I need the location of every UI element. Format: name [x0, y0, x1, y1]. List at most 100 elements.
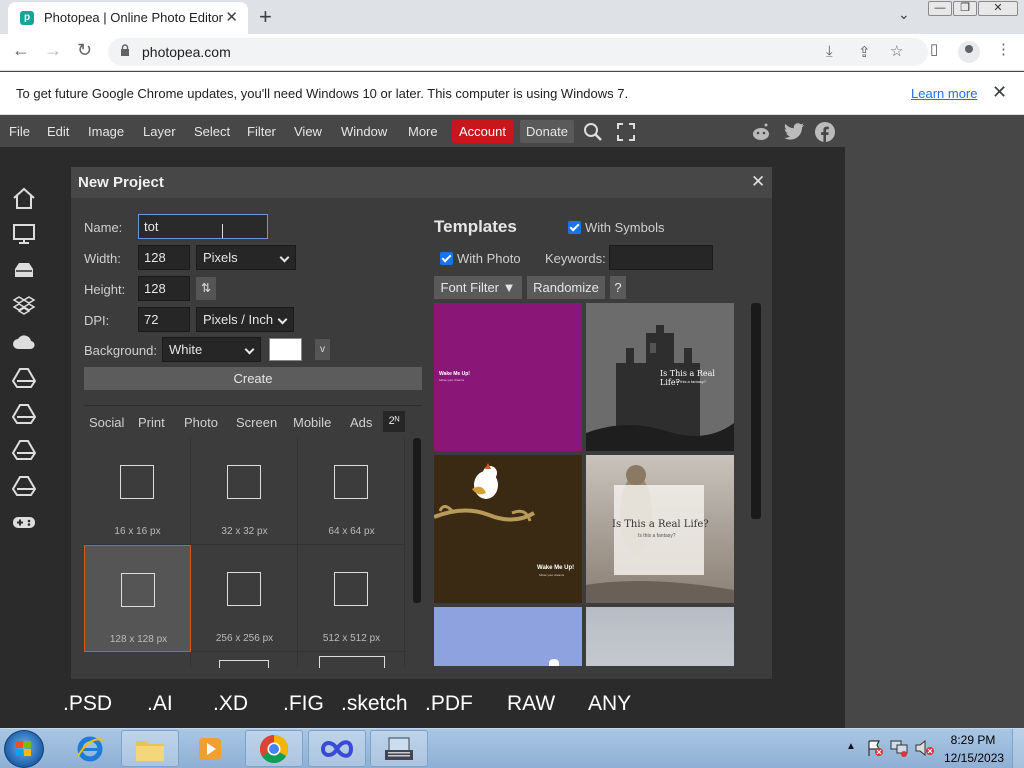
account-button[interactable]: Account: [452, 120, 513, 143]
tray-expand-icon[interactable]: ▲: [846, 741, 856, 752]
show-desktop-button[interactable]: [1012, 729, 1024, 768]
menu-layer[interactable]: Layer: [143, 124, 176, 139]
menu-image[interactable]: Image: [88, 124, 124, 139]
create-button[interactable]: Create: [84, 367, 422, 390]
menu-filter[interactable]: Filter: [247, 124, 276, 139]
swap-dimensions-button[interactable]: ⇅: [196, 277, 216, 300]
profile-avatar-icon[interactable]: [958, 41, 980, 63]
dialog-header[interactable]: New Project ✕: [71, 167, 772, 198]
help-button[interactable]: ?: [610, 276, 626, 299]
taskbar-ie[interactable]: [61, 730, 119, 767]
share-icon[interactable]: ⇪: [858, 43, 871, 61]
flag-warning-icon[interactable]: [866, 739, 884, 757]
taskbar-chrome[interactable]: [245, 730, 303, 767]
background-select[interactable]: White: [162, 337, 261, 362]
window-close-button[interactable]: ✕: [978, 1, 1018, 16]
side-panel-icon[interactable]: ▯: [930, 40, 938, 58]
preset-tile[interactable]: [191, 652, 298, 668]
omnibox[interactable]: photopea.com ⤓ ⇪ ☆: [108, 38, 928, 66]
google-drive-icon[interactable]: [12, 475, 36, 497]
preset-tile[interactable]: [298, 652, 405, 668]
template-thumbnail[interactable]: Wake Me Up! follow your dreams: [434, 455, 582, 603]
computer-icon[interactable]: [12, 223, 36, 245]
donate-button[interactable]: Donate: [520, 120, 574, 143]
bookmark-star-icon[interactable]: ☆: [890, 42, 903, 60]
taskbar-explorer[interactable]: [121, 730, 179, 767]
fullscreen-icon[interactable]: [617, 123, 635, 141]
back-arrow-icon[interactable]: ←: [12, 40, 30, 61]
with-symbols-checkbox[interactable]: [568, 221, 581, 234]
install-app-icon[interactable]: ⤓: [826, 43, 833, 60]
tab-power-of-two[interactable]: 2ᴺ: [383, 411, 405, 432]
storage-drive-icon[interactable]: [12, 259, 36, 281]
taskbar-media-player[interactable]: [181, 730, 239, 767]
menu-view[interactable]: View: [294, 124, 322, 139]
twitter-icon[interactable]: [784, 123, 805, 141]
dpi-unit-select[interactable]: Pixels / Inch: [196, 307, 294, 332]
height-input[interactable]: 128: [138, 276, 190, 301]
search-icon[interactable]: [583, 122, 603, 142]
tab-print[interactable]: Print: [138, 415, 165, 430]
with-photo-checkbox[interactable]: [440, 252, 453, 265]
start-button[interactable]: [4, 730, 44, 768]
menu-select[interactable]: Select: [194, 124, 230, 139]
preset-scrollbar[interactable]: [413, 438, 421, 603]
randomize-button[interactable]: Randomize: [527, 276, 605, 299]
menu-window[interactable]: Window: [341, 124, 387, 139]
preset-tile[interactable]: [84, 652, 191, 668]
tab-ads[interactable]: Ads: [350, 415, 372, 430]
background-color-swatch[interactable]: [269, 338, 302, 361]
tab-close-icon[interactable]: ✕: [225, 8, 238, 26]
taskbar-osk[interactable]: [370, 730, 428, 767]
preset-tile[interactable]: 512 x 512 px: [298, 545, 405, 652]
clock-time[interactable]: 8:29 PM: [948, 733, 998, 747]
font-filter-button[interactable]: Font Filter ▼: [434, 276, 522, 299]
infobar-close-icon[interactable]: ✕: [992, 82, 1007, 103]
taskbar-app[interactable]: [308, 730, 366, 767]
new-tab-button[interactable]: +: [259, 4, 272, 30]
menu-edit[interactable]: Edit: [47, 124, 69, 139]
width-unit-select[interactable]: Pixels: [196, 245, 296, 270]
menu-file[interactable]: File: [9, 124, 30, 139]
window-minimize-button[interactable]: —: [928, 1, 952, 16]
gamepad-icon[interactable]: [12, 511, 36, 533]
tab-screen[interactable]: Screen: [236, 415, 277, 430]
learn-more-link[interactable]: Learn more: [911, 86, 977, 101]
network-icon[interactable]: [889, 739, 909, 757]
template-thumbnail[interactable]: Is This a Real Life? Is this a fantasy?: [586, 303, 734, 451]
template-thumbnail[interactable]: Is This a Real Life? Is this a fantasy?: [586, 455, 734, 603]
tab-search-chevron-icon[interactable]: ⌄: [898, 6, 910, 23]
name-input[interactable]: tot: [138, 214, 268, 239]
menu-more[interactable]: More: [408, 124, 438, 139]
dropbox-icon[interactable]: [12, 295, 36, 317]
template-thumbnail[interactable]: [586, 607, 734, 666]
google-drive-icon[interactable]: [12, 439, 36, 461]
clock-date[interactable]: 12/15/2023: [944, 751, 1004, 765]
dpi-input[interactable]: 72: [138, 307, 190, 332]
width-input[interactable]: 128: [138, 245, 190, 270]
volume-muted-icon[interactable]: [914, 739, 936, 757]
dialog-close-icon[interactable]: ✕: [751, 172, 765, 192]
window-restore-button[interactable]: ❐: [953, 1, 977, 16]
template-thumbnail[interactable]: Wake Me Up! follow your dreams: [434, 303, 582, 451]
preset-tile[interactable]: 16 x 16 px: [84, 438, 191, 545]
preset-tile-selected[interactable]: 128 x 128 px: [84, 545, 191, 652]
google-drive-icon[interactable]: [12, 403, 36, 425]
tab-photo[interactable]: Photo: [184, 415, 218, 430]
forward-arrow-icon[interactable]: →: [44, 40, 62, 61]
preset-tile[interactable]: 256 x 256 px: [191, 545, 298, 652]
preset-tile[interactable]: 32 x 32 px: [191, 438, 298, 545]
facebook-icon[interactable]: [815, 122, 835, 142]
tab-mobile[interactable]: Mobile: [293, 415, 331, 430]
templates-scrollbar[interactable]: [751, 303, 761, 519]
google-drive-icon[interactable]: [12, 367, 36, 389]
tab-social[interactable]: Social: [89, 415, 124, 430]
reddit-icon[interactable]: [751, 122, 771, 142]
reload-icon[interactable]: ↻: [77, 40, 92, 61]
browser-tab[interactable]: p Photopea | Online Photo Editor ✕: [8, 2, 248, 34]
keywords-input[interactable]: [609, 245, 713, 270]
preset-tile[interactable]: 64 x 64 px: [298, 438, 405, 545]
template-thumbnail[interactable]: [434, 607, 582, 666]
background-more-button[interactable]: v: [315, 339, 330, 360]
browser-menu-icon[interactable]: ⋮: [996, 40, 1011, 58]
